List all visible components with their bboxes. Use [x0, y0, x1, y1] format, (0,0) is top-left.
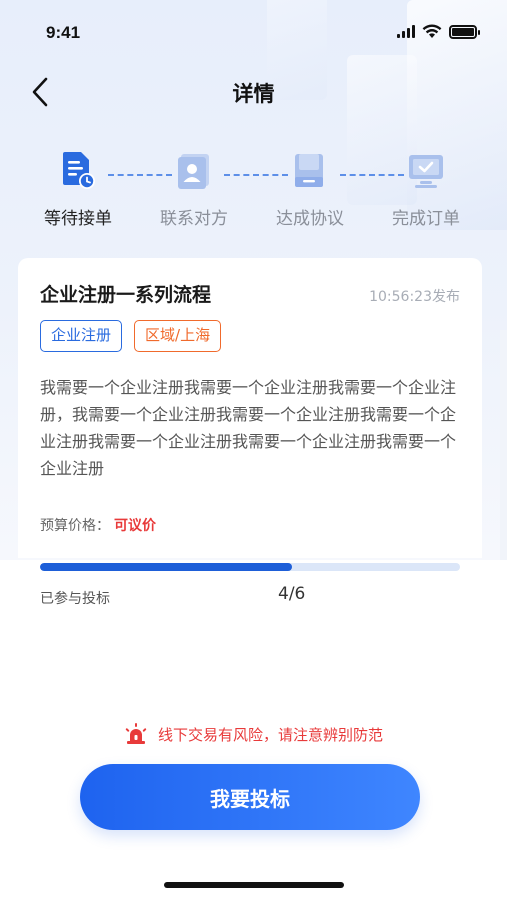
order-steps: 等待接单 联系对方 达成协议 完成订单: [0, 148, 507, 238]
background-decoration: [500, 330, 507, 560]
tag-category: 企业注册: [40, 320, 123, 352]
step-label: 联系对方: [160, 209, 228, 229]
contact-card-icon: [171, 148, 217, 194]
battery-icon: [449, 24, 480, 39]
tag-region: 区域/上海: [134, 320, 222, 352]
step-contact: 联系对方: [134, 148, 254, 229]
bid-button[interactable]: 我要投标: [80, 764, 420, 830]
risk-warning-text: 线下交易有风险，请注意辨别防范: [157, 725, 383, 744]
document-clock-icon: [55, 148, 101, 194]
step-waiting: 等待接单: [18, 148, 138, 229]
order-card: 企业注册一系列流程 10:56:23发布 企业注册 区域/上海 我需要一个企业注…: [18, 258, 482, 558]
home-indicator: [164, 882, 344, 888]
tag-list: 企业注册 区域/上海: [40, 320, 222, 352]
signal-icon: [397, 25, 415, 38]
page-title: 详情: [232, 82, 275, 106]
step-label: 完成订单: [392, 209, 460, 229]
step-complete: 完成订单: [366, 148, 486, 229]
order-description: 我需要一个企业注册我需要一个企业注册我需要一个企业注册，我需要一个企业注册我需要…: [40, 378, 457, 478]
monitor-check-icon: [403, 148, 449, 194]
bid-progress-bar: [40, 563, 460, 571]
budget-row: 预算价格： 可议价: [40, 515, 156, 535]
publish-time: 10:56:23发布: [369, 289, 460, 305]
risk-warning: 线下交易有风险，请注意辨别防范: [0, 722, 507, 746]
bid-progress-count: 4/6: [278, 584, 306, 604]
step-label: 达成协议: [276, 209, 344, 229]
step-agreement: 达成协议: [250, 148, 370, 229]
nav-bar: 详情: [0, 66, 507, 118]
step-label: 等待接单: [44, 209, 112, 229]
alarm-light-icon: [125, 723, 147, 744]
status-icons: [397, 24, 480, 39]
status-time: 9:41: [46, 23, 81, 42]
budget-value: 可议价: [114, 518, 156, 534]
order-title: 企业注册一系列流程: [40, 284, 212, 306]
budget-label: 预算价格：: [40, 518, 110, 534]
bid-progress-label: 已参与投标: [40, 591, 110, 607]
agreement-folder-icon: [287, 148, 333, 194]
bid-progress-fill: [40, 563, 292, 571]
status-bar: 9:41: [0, 0, 507, 66]
wifi-icon: [422, 24, 442, 38]
